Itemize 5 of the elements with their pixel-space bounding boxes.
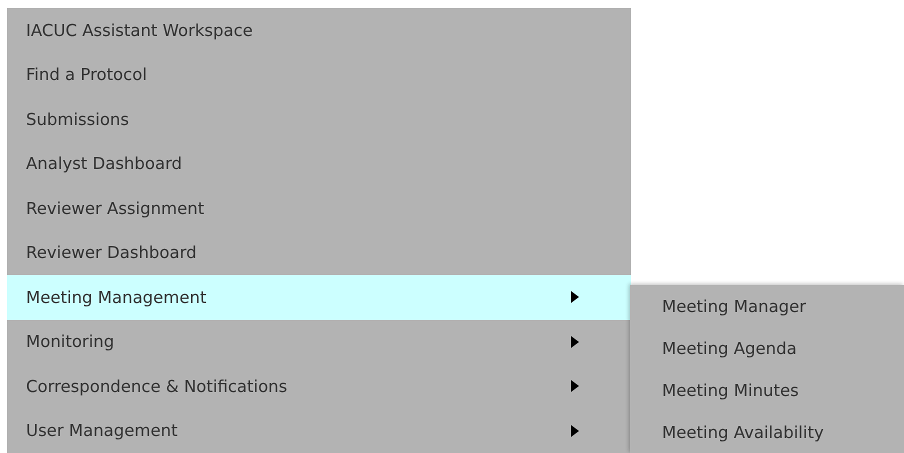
menu-item[interactable]: Meeting Management (7, 275, 631, 320)
submenu-item[interactable]: Meeting Availability (630, 411, 904, 453)
submenu-item[interactable]: Meeting Manager (630, 285, 904, 327)
submenu-item[interactable]: Meeting Minutes (630, 369, 904, 411)
submenu-item[interactable]: Meeting Agenda (630, 327, 904, 369)
